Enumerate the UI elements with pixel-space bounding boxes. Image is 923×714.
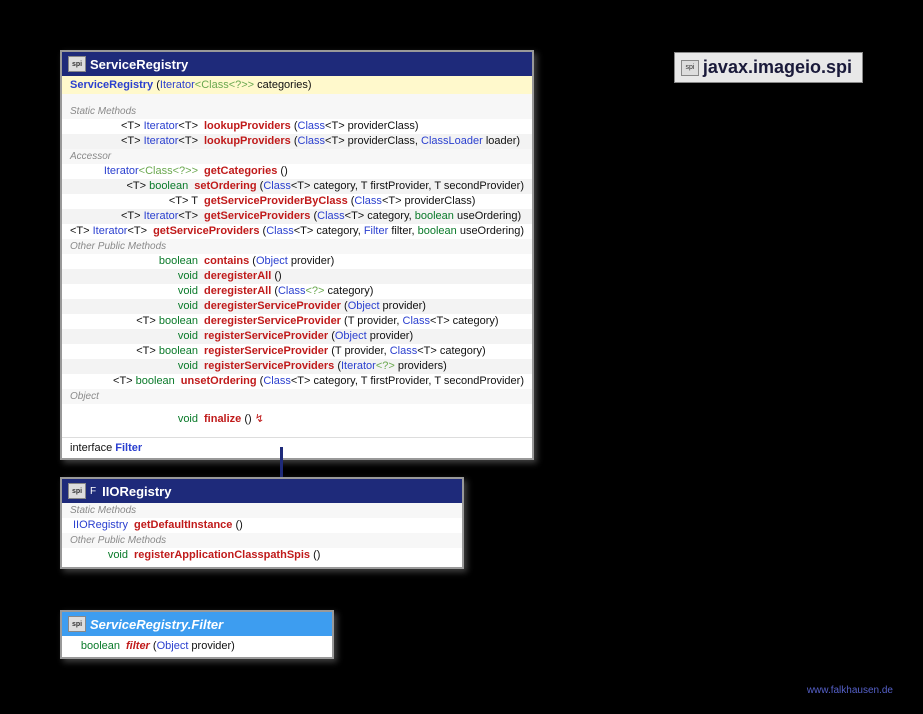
interface-header: spi ServiceRegistry.Filter xyxy=(62,612,332,636)
class-icon: spi xyxy=(68,483,86,499)
footer-link[interactable]: www.falkhausen.de xyxy=(807,685,893,696)
class-iio-registry: spi F IIORegistry Static Methods IIORegi… xyxy=(60,477,464,569)
section-other: Other Public Methods xyxy=(62,239,532,254)
filter-link[interactable]: Filter xyxy=(115,442,142,454)
class-service-registry: spi ServiceRegistry ServiceRegistry (Ite… xyxy=(60,50,534,460)
section-object: Object xyxy=(62,389,532,404)
section-accessor: Accessor xyxy=(62,149,532,164)
inner-interface-row: interface Filter xyxy=(62,437,532,458)
section-static: Static Methods xyxy=(62,104,532,119)
section-other: Other Public Methods xyxy=(62,533,462,548)
inheritance-connector xyxy=(280,447,283,477)
package-icon: spi xyxy=(681,60,699,76)
package-name-label: javax.imageio.spi xyxy=(703,57,852,78)
interface-filter: spi ServiceRegistry.Filter boolean filte… xyxy=(60,610,334,659)
package-title: spi javax.imageio.spi xyxy=(674,52,863,83)
final-modifier: F xyxy=(90,486,96,497)
class-title: ServiceRegistry xyxy=(90,57,188,72)
class-header: spi F IIORegistry xyxy=(62,479,462,503)
interface-title: ServiceRegistry.Filter xyxy=(90,617,223,632)
class-header: spi ServiceRegistry xyxy=(62,52,532,76)
class-icon: spi xyxy=(68,56,86,72)
section-static: Static Methods xyxy=(62,503,462,518)
constructor-row: ServiceRegistry (Iterator<Class<?>> cate… xyxy=(62,76,532,94)
interface-icon: spi xyxy=(68,616,86,632)
constructor-name: ServiceRegistry xyxy=(70,79,153,91)
class-title: IIORegistry xyxy=(102,484,171,499)
throws-icon: ↯ xyxy=(255,413,264,425)
